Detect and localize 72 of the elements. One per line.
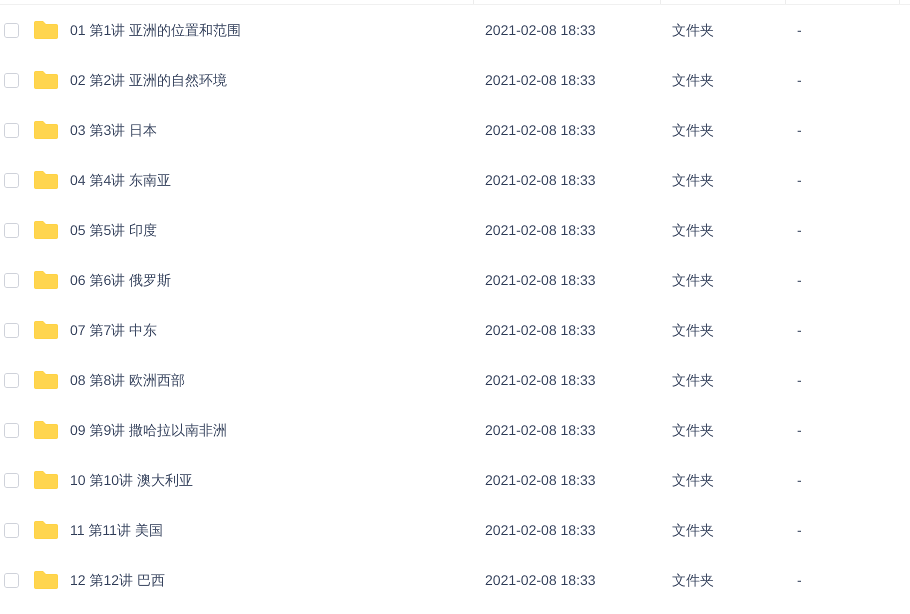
file-size: - <box>797 520 802 540</box>
file-size: - <box>797 20 802 40</box>
file-type: 文件夹 <box>672 320 715 340</box>
folder-icon <box>33 120 59 140</box>
folder-name[interactable]: 04 第4讲 东南亚 <box>70 170 485 190</box>
row-checkbox[interactable] <box>4 122 19 138</box>
file-type: 文件夹 <box>672 170 715 190</box>
modified-time: 2021-02-08 18:33 <box>485 420 597 440</box>
file-type: 文件夹 <box>672 270 715 290</box>
row-checkbox[interactable] <box>4 222 19 238</box>
row-checkbox[interactable] <box>4 272 19 288</box>
folder-name[interactable]: 06 第6讲 俄罗斯 <box>70 270 485 290</box>
modified-time: 2021-02-08 18:33 <box>485 20 597 40</box>
file-size: - <box>797 270 802 290</box>
folder-icon <box>33 320 59 340</box>
file-size: - <box>797 370 802 390</box>
row-checkbox[interactable] <box>4 72 19 88</box>
row-checkbox[interactable] <box>4 172 19 188</box>
modified-time: 2021-02-08 18:33 <box>485 470 597 490</box>
row-checkbox[interactable] <box>4 322 19 338</box>
file-size: - <box>797 570 802 590</box>
folder-name[interactable]: 09 第9讲 撒哈拉以南非洲 <box>70 420 485 440</box>
row-checkbox[interactable] <box>4 572 19 588</box>
row-checkbox[interactable] <box>4 522 19 538</box>
file-size: - <box>797 320 802 340</box>
modified-time: 2021-02-08 18:33 <box>485 370 597 390</box>
folder-icon <box>33 220 59 240</box>
folder-name[interactable]: 08 第8讲 欧洲西部 <box>70 370 485 390</box>
modified-time: 2021-02-08 18:33 <box>485 70 597 90</box>
modified-time: 2021-02-08 18:33 <box>485 170 597 190</box>
file-size: - <box>797 170 802 190</box>
folder-icon <box>33 270 59 290</box>
file-type: 文件夹 <box>672 520 715 540</box>
folder-name[interactable]: 10 第10讲 澳大利亚 <box>70 470 485 490</box>
file-type: 文件夹 <box>672 20 715 40</box>
file-type: 文件夹 <box>672 470 715 490</box>
modified-time: 2021-02-08 18:33 <box>485 220 597 240</box>
modified-time: 2021-02-08 18:33 <box>485 320 597 340</box>
row-checkbox[interactable] <box>4 22 19 38</box>
row-checkbox[interactable] <box>4 372 19 388</box>
modified-time: 2021-02-08 18:33 <box>485 570 597 590</box>
folder-icon <box>33 20 59 40</box>
folder-icon <box>33 570 59 590</box>
folder-name[interactable]: 05 第5讲 印度 <box>70 220 485 240</box>
file-type: 文件夹 <box>672 370 715 390</box>
file-type: 文件夹 <box>672 420 715 440</box>
file-type: 文件夹 <box>672 570 715 590</box>
file-size: - <box>797 420 802 440</box>
folder-icon <box>33 70 59 90</box>
file-size: - <box>797 220 802 240</box>
folder-icon <box>33 370 59 390</box>
file-type: 文件夹 <box>672 120 715 140</box>
file-type: 文件夹 <box>672 220 715 240</box>
folder-name[interactable]: 01 第1讲 亚洲的位置和范围 <box>70 20 485 40</box>
folder-name[interactable]: 03 第3讲 日本 <box>70 120 485 140</box>
modified-time: 2021-02-08 18:33 <box>485 520 597 540</box>
row-checkbox[interactable] <box>4 472 19 488</box>
folder-name[interactable]: 02 第2讲 亚洲的自然环境 <box>70 70 485 90</box>
file-size: - <box>797 70 802 90</box>
file-size: - <box>797 120 802 140</box>
folder-icon <box>33 520 59 540</box>
folder-icon <box>33 420 59 440</box>
folder-name[interactable]: 07 第7讲 中东 <box>70 320 485 340</box>
file-size: - <box>797 470 802 490</box>
folder-name[interactable]: 11 第11讲 美国 <box>70 520 485 540</box>
modified-time: 2021-02-08 18:33 <box>485 270 597 290</box>
folder-icon <box>33 170 59 190</box>
modified-time: 2021-02-08 18:33 <box>485 120 597 140</box>
folder-name[interactable]: 12 第12讲 巴西 <box>70 570 485 590</box>
folder-icon <box>33 470 59 490</box>
file-type: 文件夹 <box>672 70 715 90</box>
row-checkbox[interactable] <box>4 422 19 438</box>
